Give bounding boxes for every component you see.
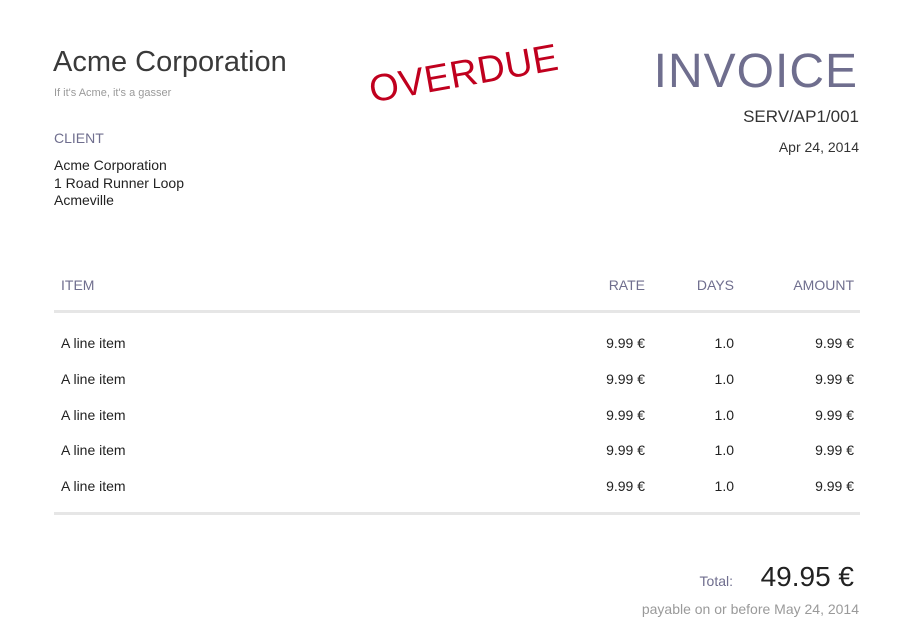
overdue-stamp: OVERDUE bbox=[366, 36, 562, 112]
invoice-date: Apr 24, 2014 bbox=[778, 139, 859, 155]
item-cell: A line item bbox=[61, 442, 126, 459]
header-amount: AMOUNT bbox=[793, 277, 854, 293]
header-item: ITEM bbox=[61, 277, 95, 293]
rate-cell: 9.99 € bbox=[606, 335, 645, 351]
invoice-number: SERV/AP1/001 bbox=[743, 107, 859, 126]
rate-cell: 9.99 € bbox=[606, 406, 645, 423]
days-cell: 1.0 bbox=[714, 442, 734, 459]
amount-cell: 9.99 € bbox=[815, 370, 854, 387]
days-cell: 1.0 bbox=[714, 406, 734, 423]
table-row: A line item 9.99 € 1.0 9.99 € bbox=[54, 325, 860, 361]
line-items-table: ITEM RATE DAYS AMOUNT A line item 9.99 €… bbox=[54, 268, 860, 515]
table-row: A line item 9.99 € 1.0 9.99 € bbox=[54, 468, 860, 504]
client-name: Acme Corporation bbox=[54, 157, 167, 173]
total-amount: 49.95 € bbox=[760, 561, 854, 592]
amount-cell: 9.99 € bbox=[815, 406, 854, 423]
table-row: A line item 9.99 € 1.0 9.99 € bbox=[54, 397, 860, 433]
days-cell: 1.0 bbox=[714, 335, 734, 351]
days-cell: 1.0 bbox=[714, 370, 734, 387]
company-tagline: If it's Acme, it's a gasser bbox=[54, 87, 172, 99]
item-cell: A line item bbox=[61, 335, 126, 351]
client-address: Acme Corporation 1 Road Runner Loop Acme… bbox=[54, 157, 184, 210]
item-cell: A line item bbox=[61, 370, 126, 387]
item-cell: A line item bbox=[61, 478, 126, 495]
client-city: Acmeville bbox=[54, 192, 114, 208]
rate-cell: 9.99 € bbox=[606, 478, 645, 495]
table-row: A line item 9.99 € 1.0 9.99 € bbox=[54, 432, 860, 468]
company-name: Acme Corporation bbox=[53, 46, 287, 78]
amount-cell: 9.99 € bbox=[815, 335, 854, 351]
table-header: ITEM RATE DAYS AMOUNT bbox=[54, 268, 860, 313]
rate-cell: 9.99 € bbox=[606, 370, 645, 387]
amount-cell: 9.99 € bbox=[815, 442, 854, 459]
table-body: A line item 9.99 € 1.0 9.99 € A line ite… bbox=[54, 313, 860, 515]
invoice-title: INVOICE bbox=[653, 45, 858, 98]
client-street: 1 Road Runner Loop bbox=[54, 174, 184, 191]
item-cell: A line item bbox=[61, 406, 126, 423]
payable-note: payable on or before May 24, 2014 bbox=[641, 601, 859, 617]
days-cell: 1.0 bbox=[714, 478, 734, 495]
header-days: DAYS bbox=[696, 277, 734, 293]
amount-cell: 9.99 € bbox=[815, 478, 854, 495]
table-row: A line item 9.99 € 1.0 9.99 € bbox=[54, 361, 860, 397]
rate-cell: 9.99 € bbox=[606, 442, 645, 459]
client-heading: CLIENT bbox=[54, 130, 104, 146]
total-label: Total: bbox=[699, 573, 733, 589]
header-rate: RATE bbox=[608, 277, 645, 293]
